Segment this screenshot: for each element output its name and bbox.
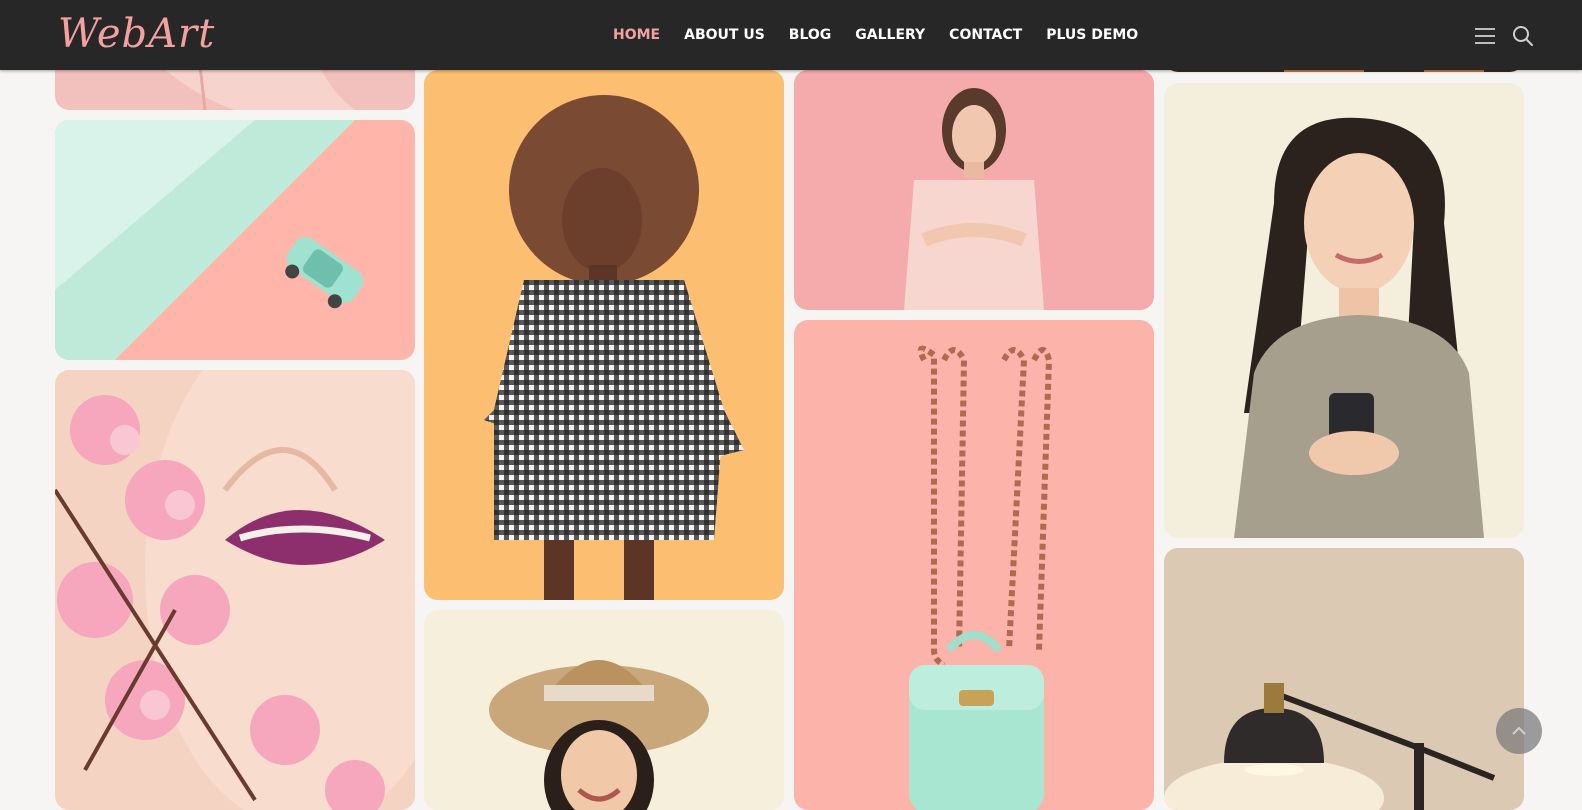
nav-item-plus-demo[interactable]: PLUS DEMO <box>1046 26 1138 44</box>
nav-item-gallery[interactable]: GALLERY <box>855 26 925 44</box>
gallery-image-pink-dress[interactable] <box>794 70 1154 310</box>
gallery-image-purple-lips[interactable] <box>55 370 415 810</box>
nav-item-home[interactable]: HOME <box>613 26 660 44</box>
search-icon[interactable] <box>1512 25 1534 47</box>
gallery-image-mint-bag[interactable] <box>794 320 1154 810</box>
site-logo[interactable]: WebArt <box>58 8 215 60</box>
top-navbar: WebArt HOME ABOUT US BLOG GALLERY CONTAC… <box>0 0 1582 70</box>
back-to-top-button[interactable] <box>1496 708 1542 754</box>
gallery-image-black-lamp[interactable] <box>1164 548 1524 810</box>
chevron-up-icon <box>1512 726 1526 735</box>
gallery-image-gingham-dress[interactable] <box>424 70 784 600</box>
gallery-image-toy-car[interactable] <box>55 120 415 360</box>
main-menu: HOME ABOUT US BLOG GALLERY CONTACT PLUS … <box>613 26 1138 44</box>
nav-item-contact[interactable]: CONTACT <box>949 26 1022 44</box>
gallery-image-phone-woman[interactable] <box>1164 83 1524 538</box>
hamburger-icon[interactable] <box>1475 28 1495 44</box>
nav-item-blog[interactable]: BLOG <box>789 26 832 44</box>
nav-item-about-us[interactable]: ABOUT US <box>684 26 765 44</box>
gallery-image-straw-hat[interactable] <box>424 610 784 810</box>
